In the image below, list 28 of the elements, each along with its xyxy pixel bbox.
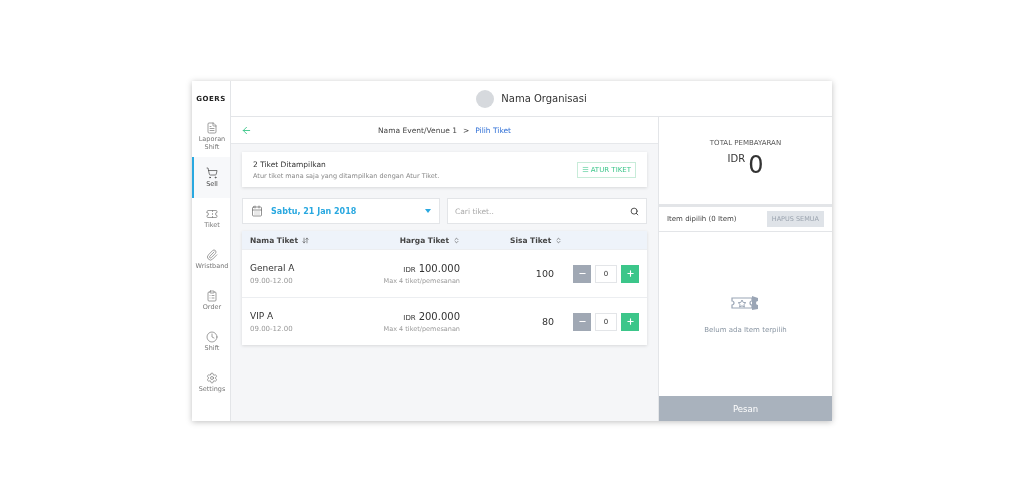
ticket-icon: [206, 207, 218, 220]
remaining-count: 80: [540, 316, 554, 327]
date-select[interactable]: Sabtu, 21 Jan 2018: [242, 198, 440, 224]
clock-icon: [206, 330, 218, 343]
caret-icon: [425, 209, 431, 213]
menu-icon: [581, 166, 589, 173]
sort-icon[interactable]: [302, 236, 309, 244]
organization-name: Nama Organisasi: [501, 93, 587, 104]
settings-icon: [206, 371, 218, 384]
remaining-count: 100: [534, 268, 554, 279]
plus-icon: [625, 317, 635, 326]
ticket-name: General A: [250, 262, 296, 273]
document-icon: [206, 122, 218, 135]
increment-button[interactable]: [621, 312, 639, 331]
plus-icon: [625, 269, 635, 278]
paperclip-icon: [206, 248, 218, 261]
total-amount: 0: [748, 151, 764, 179]
increment-button[interactable]: [621, 264, 639, 283]
cart-icon: [206, 166, 218, 179]
clipboard-icon: [206, 289, 218, 302]
sort-icon[interactable]: [453, 236, 460, 244]
search-icon: [630, 206, 639, 216]
sort-icon[interactable]: [555, 236, 563, 244]
back-arrow-icon[interactable]: [241, 124, 252, 136]
ticket-name: VIP A: [250, 310, 275, 321]
avatar: [476, 89, 495, 108]
calendar-icon: [251, 205, 263, 217]
total-currency: IDR: [727, 153, 746, 164]
